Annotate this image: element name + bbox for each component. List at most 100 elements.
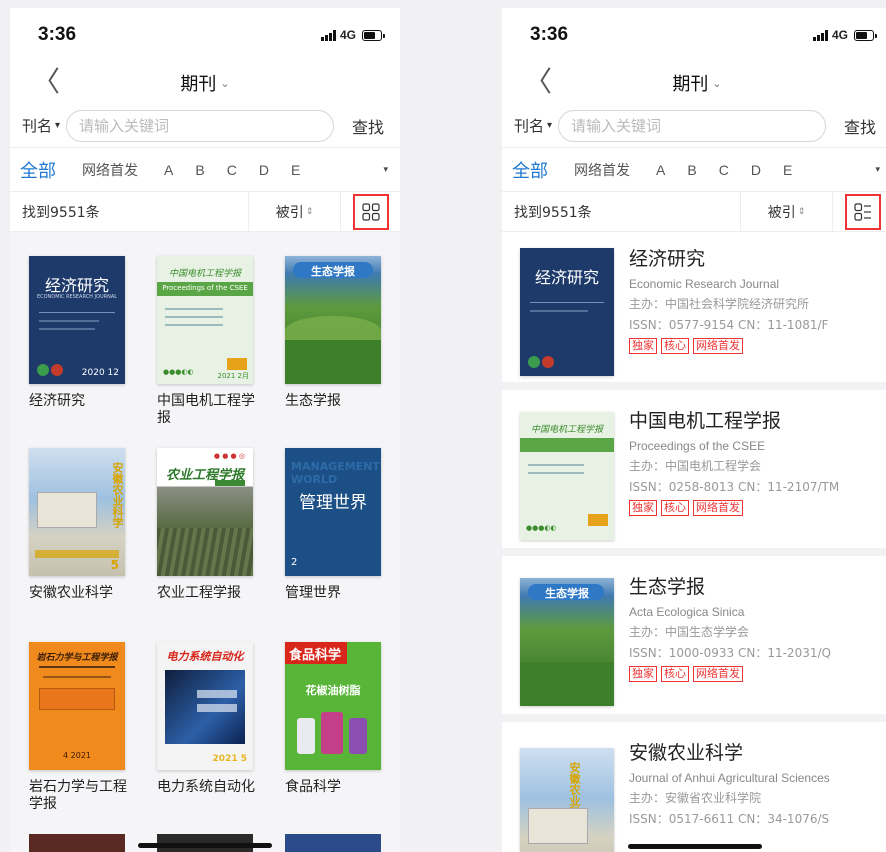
tab-c[interactable]: C (227, 162, 237, 178)
cover-title: 食品科学 (289, 648, 342, 663)
search-field-select[interactable]: 刊名 (22, 115, 52, 136)
list-item-3[interactable]: 安徽农业科学 安徽农业科学 Journal of Anhui Agricultu… (502, 730, 886, 852)
search-bar: 刊名 ▾ 请输入关键词 查找 (502, 104, 886, 148)
grid-item-0[interactable]: 经济研究 ECONOMIC RESEARCH JOURNAL 2020 12 经… (29, 256, 139, 410)
journal-cover[interactable]: 中国电机工程学报 Proceedings of the CSEE ●●●◐◐ 2… (157, 256, 253, 384)
chevron-down-icon[interactable]: ⌄ (220, 77, 229, 90)
chevron-down-icon[interactable]: ⌄ (712, 77, 721, 90)
status-time: 3:36 (38, 24, 77, 45)
grid-item-5[interactable]: MANAGEMENT WORLD 管理世界 2 管理世界 (285, 448, 395, 602)
view-toggle-highlight[interactable] (844, 193, 881, 230)
journal-name[interactable]: 安徽农业科学 (29, 585, 139, 602)
tag-list: 独家 核心 网络首发 (629, 338, 886, 354)
back-icon[interactable]: 〈 (524, 68, 552, 96)
tab-online-first[interactable]: 网络首发 (82, 160, 138, 180)
tabs-expand-icon[interactable]: ▾ (875, 165, 880, 175)
tabs-expand-icon[interactable]: ▾ (383, 165, 388, 175)
journal-issn: ISSN：0577-9154 CN：11-1081/F (629, 318, 829, 332)
tab-online-first[interactable]: 网络首发 (574, 160, 630, 180)
journal-name[interactable]: 生态学报 (629, 572, 886, 599)
journal-host: 主办：安徽省农业科学院 (629, 791, 762, 805)
cover-title: 岩石力学与工程学报 (36, 653, 118, 663)
tab-all[interactable]: 全部 (512, 157, 548, 183)
journal-name[interactable]: 生态学报 (285, 393, 395, 410)
grid-item-1[interactable]: 中国电机工程学报 Proceedings of the CSEE ●●●◐◐ 2… (157, 256, 267, 427)
cover-issue: 2 (291, 557, 298, 568)
journal-cover[interactable]: 安徽农业科学 (520, 748, 614, 852)
cover-title: 安徽农业科学 (111, 462, 124, 528)
tab-e[interactable]: E (291, 162, 300, 178)
journal-cover[interactable]: ● ● ● ◎ 农业工程学报 (157, 448, 253, 576)
tab-d[interactable]: D (751, 162, 761, 178)
journal-name[interactable]: 中国电机工程学报 (157, 393, 267, 427)
journal-cover[interactable]: 岩石力学与工程学报 4 2021 (29, 642, 125, 770)
caret-down-icon[interactable]: ▾ (547, 120, 552, 131)
page-title[interactable]: 期刊 (672, 70, 708, 96)
cover-title: 管理世界 (299, 493, 367, 513)
journal-name[interactable]: 安徽农业科学 (629, 738, 886, 765)
journal-grid: 经济研究 ECONOMIC RESEARCH JOURNAL 2020 12 经… (10, 232, 400, 852)
page-title[interactable]: 期刊 (180, 70, 216, 96)
cover-title: 电力系统自动化 (166, 650, 244, 663)
grid-item-6[interactable]: 岩石力学与工程学报 4 2021 岩石力学与工程学报 (29, 642, 139, 813)
grid-item-8[interactable]: 食品科学 花椒油树脂 食品科学 (285, 642, 395, 796)
tab-b[interactable]: B (687, 162, 696, 178)
view-toggle[interactable] (832, 192, 886, 231)
grid-item-4[interactable]: ● ● ● ◎ 农业工程学报 农业工程学报 (157, 448, 267, 602)
journal-name[interactable]: 经济研究 (629, 244, 886, 271)
back-icon[interactable]: 〈 (32, 68, 60, 96)
cover-subtitle: 花椒油树脂 (305, 684, 361, 697)
search-input[interactable]: 请输入关键词 (66, 109, 334, 142)
search-button[interactable]: 查找 (352, 114, 384, 138)
journal-cover[interactable]: 食品科学 花椒油树脂 (285, 642, 381, 770)
caret-down-icon[interactable]: ▾ (55, 120, 60, 131)
journal-cover[interactable]: 经济研究 (520, 248, 614, 376)
search-button[interactable]: 查找 (844, 114, 876, 138)
tab-b[interactable]: B (195, 162, 204, 178)
tab-e[interactable]: E (783, 162, 792, 178)
journal-cover[interactable]: 中国电机工程学报 ●●●◐◐ (520, 412, 614, 540)
tab-all[interactable]: 全部 (20, 157, 56, 183)
journal-en-name: Journal of Anhui Agricultural Sciences (629, 771, 830, 785)
list-item-1[interactable]: 中国电机工程学报 ●●●◐◐ 中国电机工程学报 Proceedings of t… (502, 398, 886, 556)
grid-item-3[interactable]: 安徽农业科学 5 安徽农业科学 (29, 448, 139, 602)
sort-icon: ⇕ (797, 206, 806, 217)
journal-cover[interactable]: 经济研究 ECONOMIC RESEARCH JOURNAL 2020 12 (29, 256, 125, 384)
journal-cover[interactable]: 生态学报 (520, 578, 614, 706)
journal-issn: ISSN：1000-0933 CN：11-2031/Q (629, 646, 831, 660)
journal-cover[interactable]: MANAGEMENT WORLD 管理世界 2 (285, 448, 381, 576)
grid-item-2[interactable]: 生态学报 生态学报 (285, 256, 395, 410)
list-item-0[interactable]: 经济研究 经济研究 Economic Research Journal 主办：中… (502, 232, 886, 390)
journal-name[interactable]: 经济研究 (29, 393, 139, 410)
journal-cover[interactable]: 电力系统自动化 2021 5 (157, 642, 253, 770)
journal-name[interactable]: 农业工程学报 (157, 585, 267, 602)
tag-exclusive: 独家 (629, 338, 657, 354)
journal-name[interactable]: 岩石力学与工程学报 (29, 779, 139, 813)
journal-name[interactable]: 电力系统自动化 (157, 779, 267, 796)
search-input[interactable]: 请输入关键词 (558, 109, 826, 142)
search-field-select[interactable]: 刊名 (514, 115, 544, 136)
sort-icon: ⇕ (305, 206, 314, 217)
sort-button[interactable]: 被引 ⇕ (248, 192, 340, 231)
journal-name[interactable]: 食品科学 (285, 779, 395, 796)
grid-item-7[interactable]: 电力系统自动化 2021 5 电力系统自动化 (157, 642, 267, 796)
result-toolbar: 找到9551条 被引 ⇕ (502, 192, 886, 232)
tab-a[interactable]: A (656, 162, 665, 178)
tab-a[interactable]: A (164, 162, 173, 178)
journal-cover[interactable]: 生态学报 (285, 256, 381, 384)
letter-tabs: 全部 网络首发 A B C D E ▾ (502, 148, 886, 192)
journal-cover[interactable]: 安徽农业科学 5 (29, 448, 125, 576)
cover-issue: 2020 12 (81, 368, 119, 378)
tab-c[interactable]: C (719, 162, 729, 178)
sort-button[interactable]: 被引 ⇕ (740, 192, 832, 231)
journal-info: 经济研究 Economic Research Journal 主办：中国社会科学… (629, 244, 886, 354)
tab-d[interactable]: D (259, 162, 269, 178)
list-item-2[interactable]: 生态学报 生态学报 Acta Ecologica Sinica 主办：中国生态学… (502, 564, 886, 722)
nav-bar: 〈 期刊 ⌄ (10, 62, 400, 104)
journal-name[interactable]: 中国电机工程学报 (629, 406, 886, 433)
journal-name[interactable]: 管理世界 (285, 585, 395, 602)
view-toggle-highlight[interactable] (352, 193, 389, 230)
journal-info: 中国电机工程学报 Proceedings of the CSEE 主办：中国电机… (629, 406, 886, 516)
view-toggle[interactable] (340, 192, 400, 231)
cover-issue: 2021 5 (212, 754, 247, 764)
